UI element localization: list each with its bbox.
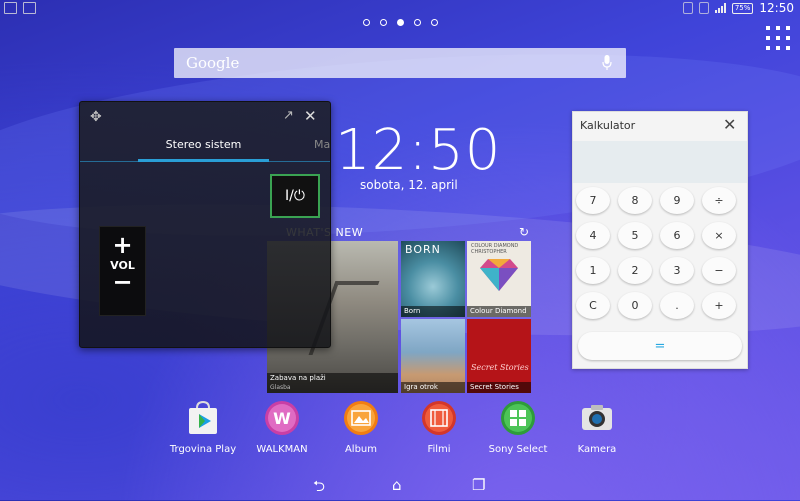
status-bar: 75% 12:50 — [0, 0, 800, 16]
page-dot — [431, 19, 438, 26]
dock-label: Kamera — [577, 444, 617, 455]
clock-widget-time[interactable]: 12:50 — [335, 118, 501, 183]
album-cover-text: Secret Stories — [471, 363, 529, 372]
dock-label: Album — [344, 444, 378, 455]
tile-title: Born — [404, 307, 421, 315]
camera-icon — [582, 405, 612, 430]
key-1[interactable]: 1 — [576, 257, 610, 284]
calculator-window: Kalkulator ✕ 7 8 9 ÷ 4 5 6 × 1 2 3 − C 0… — [572, 111, 748, 369]
volume-control: + VOL − — [99, 226, 146, 316]
signal-icon — [714, 3, 726, 13]
bluetooth-icon — [682, 2, 693, 14]
dock-label: Sony Select — [488, 444, 548, 455]
whats-new-tile[interactable]: Secret Stories Secret Stories — [467, 319, 531, 393]
power-button[interactable]: I/⏻ — [270, 174, 320, 218]
key-plus[interactable]: + — [702, 292, 736, 319]
gallery-notification-icon — [4, 2, 17, 14]
dock-item-movies[interactable]: Filmi — [399, 400, 479, 455]
dock-item-play-store[interactable]: Trgovina Play — [163, 400, 243, 455]
status-time: 12:50 — [759, 1, 794, 15]
tab-stereo-sistem[interactable]: Stereo sistem — [138, 138, 269, 151]
svg-text:W: W — [273, 409, 291, 428]
app-drawer-icon[interactable] — [766, 26, 790, 50]
sync-icon — [698, 2, 709, 14]
tile-subtitle: Glasba — [270, 384, 291, 391]
key-7[interactable]: 7 — [576, 187, 610, 214]
expand-icon[interactable]: ↗ — [283, 108, 294, 123]
close-icon[interactable]: ✕ — [723, 115, 736, 134]
key-multiply[interactable]: × — [702, 222, 736, 249]
stereo-tabs: Stereo sistem Ma — [80, 132, 330, 162]
move-icon[interactable]: ✥ — [90, 109, 102, 125]
volume-down-button[interactable]: − — [100, 270, 145, 294]
tab-next[interactable]: Ma — [314, 138, 330, 151]
page-dot-active — [397, 19, 404, 26]
battery-icon: 75% — [731, 2, 754, 14]
key-2[interactable]: 2 — [618, 257, 652, 284]
dock-item-walkman[interactable]: W WALKMAN — [242, 400, 322, 455]
page-indicator — [363, 19, 438, 26]
recent-apps-icon[interactable]: ❐ — [472, 476, 485, 494]
key-0[interactable]: 0 — [618, 292, 652, 319]
tile-title: Zabava na plaži — [270, 374, 326, 382]
volume-up-button[interactable]: + — [100, 233, 145, 257]
album-icon — [344, 401, 378, 435]
page-dot — [363, 19, 370, 26]
key-decimal[interactable]: . — [660, 292, 694, 319]
tile-title: Igra otrok — [404, 383, 438, 391]
close-icon[interactable]: ✕ — [304, 107, 317, 125]
dock-item-sony-select[interactable]: Sony Select — [478, 400, 558, 455]
walkman-icon: W — [265, 401, 299, 435]
screenshot-notification-icon — [23, 2, 36, 14]
key-equals[interactable]: = — [578, 332, 742, 360]
key-5[interactable]: 5 — [618, 222, 652, 249]
back-icon[interactable]: ⮌ — [313, 476, 325, 501]
movies-icon — [422, 401, 456, 435]
key-3[interactable]: 3 — [660, 257, 694, 284]
tile-title: Secret Stories — [470, 383, 519, 391]
refresh-icon[interactable]: ↻ — [519, 225, 529, 239]
key-minus[interactable]: − — [702, 257, 736, 284]
page-dot — [414, 19, 421, 26]
google-logo: Google — [186, 54, 240, 72]
page-dot — [380, 19, 387, 26]
key-4[interactable]: 4 — [576, 222, 610, 249]
home-icon[interactable]: ⌂ — [392, 476, 402, 494]
key-clear[interactable]: C — [576, 292, 610, 319]
whats-new-tile[interactable]: Igra otrok — [401, 319, 465, 393]
play-store-icon — [189, 400, 217, 434]
album-cover-text: COLOUR DIAMOND CHRISTOPHER — [471, 243, 519, 255]
stereo-remote-widget: ✥ ↗ ✕ Stereo sistem Ma I/⏻ + VOL − — [79, 101, 331, 348]
tab-divider — [80, 161, 330, 162]
whats-new-tile[interactable]: COLOUR DIAMOND CHRISTOPHER Colour Diamon… — [467, 241, 531, 317]
key-6[interactable]: 6 — [660, 222, 694, 249]
tile-title: Colour Diamond — [470, 307, 527, 315]
dock-label: Trgovina Play — [169, 444, 237, 455]
dock-label: WALKMAN — [256, 444, 308, 455]
whats-new-tile[interactable]: BORN Born — [401, 241, 465, 317]
dock-item-album[interactable]: Album — [321, 400, 401, 455]
microphone-icon[interactable] — [602, 55, 612, 71]
calculator-keypad: 7 8 9 ÷ 4 5 6 × 1 2 3 − C 0 . + — [576, 187, 744, 319]
key-9[interactable]: 9 — [660, 187, 694, 214]
sony-select-icon — [501, 401, 535, 435]
album-cover-text: BORN — [405, 243, 441, 256]
calculator-display — [573, 141, 747, 183]
dock-item-camera[interactable]: Kamera — [557, 400, 637, 455]
clock-widget-date: sobota, 12. april — [360, 178, 458, 192]
diamond-artwork — [480, 259, 518, 291]
dock-label: Filmi — [427, 444, 451, 455]
google-search-bar[interactable]: Google — [174, 48, 626, 78]
key-8[interactable]: 8 — [618, 187, 652, 214]
key-divide[interactable]: ÷ — [702, 187, 736, 214]
calculator-title: Kalkulator — [580, 119, 636, 132]
